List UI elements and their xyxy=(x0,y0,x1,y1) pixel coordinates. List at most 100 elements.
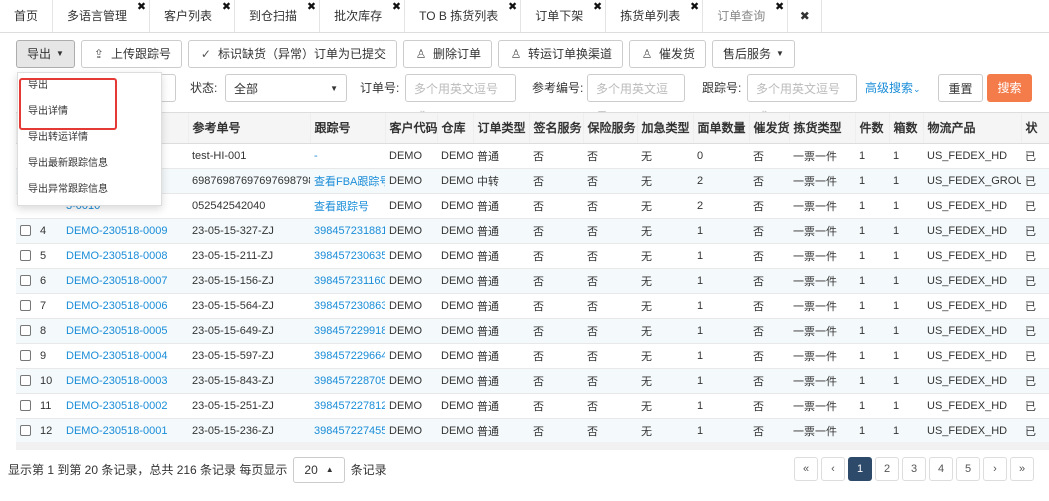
menu-item-export[interactable]: 导出 xyxy=(18,73,161,99)
advanced-search-link[interactable]: 高级搜索⌄ xyxy=(865,74,921,102)
page-button-1[interactable]: 1 xyxy=(848,457,872,481)
table-cell[interactable]: DEMO-230518-0002 xyxy=(62,393,188,419)
tab-close-icon[interactable]: ✖ xyxy=(222,0,231,23)
transfer-channel-button[interactable]: ♙ 转运订单换渠道 xyxy=(497,40,623,68)
tab-close-icon[interactable]: ✖ xyxy=(137,0,146,23)
tab-i18n[interactable]: 多语言管理 ✖ xyxy=(53,0,151,32)
table-row[interactable]: 12 DEMO-230518-0001 23-05-15-236-ZJ 3984572… xyxy=(16,418,1049,442)
header-cell[interactable]: 拣货类型 xyxy=(789,113,856,144)
menu-item-export-latest-tracking[interactable]: 导出最新跟踪信息 xyxy=(18,151,161,177)
header-cell[interactable]: 保险服务 xyxy=(583,113,638,144)
export-button[interactable]: 导出 ▼ xyxy=(16,40,75,68)
urge-shipment-button[interactable]: ♙ 催发货 xyxy=(629,40,707,68)
page-button-3[interactable]: 3 xyxy=(902,457,926,481)
header-cell[interactable]: 参考单号 xyxy=(188,113,311,144)
table-cell[interactable]: 398457228705 xyxy=(310,368,385,394)
table-row[interactable]: 5 DEMO-230518-0008 23-05-15-211-ZJ 39845723… xyxy=(16,243,1049,269)
table-cell[interactable]: 398457230863 xyxy=(310,293,385,319)
table-cell[interactable]: 查看FBA跟踪号 xyxy=(310,168,385,194)
tab-batch-stock[interactable]: 批次库存 ✖ xyxy=(320,0,406,32)
row-checkbox[interactable] xyxy=(20,400,31,412)
table-cell[interactable]: DEMO-230518-0001 xyxy=(62,418,188,442)
table-row[interactable]: 8 DEMO-230518-0005 23-05-15-649-ZJ 39845722… xyxy=(16,318,1049,344)
tab-home[interactable]: 首页 xyxy=(0,0,54,32)
header-cell[interactable]: 件数 xyxy=(855,113,890,144)
table-row[interactable]: 6 DEMO-230518-0007 23-05-15-156-ZJ 39845723… xyxy=(16,268,1049,294)
tab-tob-picking[interactable]: TO B 拣货列表 ✖ xyxy=(405,0,522,32)
page-size-select[interactable]: 20 ▲ xyxy=(293,457,345,483)
table-cell[interactable]: 398457227455 xyxy=(310,418,385,442)
orders-table-container[interactable]: 参考单号 跟踪号 客户代码 仓库 订单类型 签名服务 保险服务 加急类型 面单数… xyxy=(16,112,1049,442)
page-button-2[interactable]: 2 xyxy=(875,457,899,481)
page-button-5[interactable]: 5 xyxy=(956,457,980,481)
tab-close-icon[interactable]: ✖ xyxy=(775,0,784,23)
first-page-button[interactable]: « xyxy=(794,457,818,481)
menu-item-export-transfer-details[interactable]: 导出转运详情 xyxy=(18,125,161,151)
table-row[interactable]: 4 DEMO-230518-0009 23-05-15-327-ZJ 39845723… xyxy=(16,218,1049,244)
tab-order-query[interactable]: 订单查询 ✖ xyxy=(703,0,789,32)
table-cell[interactable]: DEMO-230518-0005 xyxy=(62,318,188,344)
table-cell[interactable]: 398457229664 xyxy=(310,343,385,369)
table-cell[interactable]: DEMO-230518-0006 xyxy=(62,293,188,319)
table-row[interactable]: 10 DEMO-230518-0003 23-05-15-843-ZJ 3984572… xyxy=(16,368,1049,394)
header-cell[interactable]: 仓库 xyxy=(437,113,474,144)
header-cell[interactable]: 状 xyxy=(1021,113,1049,144)
delete-order-button[interactable]: ♙ 删除订单 xyxy=(402,40,492,68)
table-cell[interactable]: 398457229918 xyxy=(310,318,385,344)
table-cell[interactable]: 398457227812 xyxy=(310,393,385,419)
table-cell[interactable]: DEMO-230518-0003 xyxy=(62,368,188,394)
reference-number-input[interactable]: 多个用英文逗号 xyxy=(587,74,685,124)
last-page-button[interactable]: » xyxy=(1010,457,1034,481)
table-row[interactable]: 4-0001test-HI-001-DEMODEMO普通否否无0否一票一件11U… xyxy=(16,143,1049,169)
menu-item-export-details[interactable]: 导出详情 xyxy=(18,99,161,125)
table-cell[interactable]: DEMO-230518-0009 xyxy=(62,218,188,244)
tab-close-icon[interactable]: ✖ xyxy=(508,0,517,23)
table-cell[interactable]: 398457231160 xyxy=(310,268,385,294)
table-cell[interactable]: DEMO-230518-0004 xyxy=(62,343,188,369)
tab-close-icon[interactable]: ✖ xyxy=(690,0,699,23)
table-row[interactable]: 7 DEMO-230518-0006 23-05-15-564-ZJ 39845723… xyxy=(16,293,1049,319)
row-checkbox[interactable] xyxy=(20,350,31,362)
tab-close-icon[interactable]: ✖ xyxy=(392,0,401,23)
close-all-tabs-button[interactable]: ✖ xyxy=(788,0,823,32)
tab-order-unshelve[interactable]: 订单下架 ✖ xyxy=(521,0,607,32)
row-checkbox[interactable] xyxy=(20,250,31,262)
tab-customers[interactable]: 客户列表 ✖ xyxy=(150,0,236,32)
header-cell[interactable]: 加急类型 xyxy=(637,113,694,144)
header-cell[interactable]: 箱数 xyxy=(889,113,924,144)
table-cell[interactable]: - xyxy=(310,143,385,169)
horizontal-scrollbar[interactable] xyxy=(16,442,1049,450)
tab-close-icon[interactable]: ✖ xyxy=(593,0,602,23)
prev-page-button[interactable]: ‹ xyxy=(821,457,845,481)
row-checkbox[interactable] xyxy=(20,325,31,337)
row-checkbox[interactable] xyxy=(20,375,31,387)
row-checkbox[interactable] xyxy=(20,275,31,287)
tab-picking-list[interactable]: 拣货单列表 ✖ xyxy=(606,0,704,32)
mark-missing-button[interactable]: ✓ 标识缺货（异常）订单为已提交 xyxy=(187,40,397,68)
header-cell[interactable]: 面单数量 xyxy=(693,113,750,144)
header-cell[interactable]: 订单类型 xyxy=(473,113,530,144)
tab-arrival-scan[interactable]: 到仓扫描 ✖ xyxy=(235,0,321,32)
header-cell[interactable]: 签名服务 xyxy=(529,113,584,144)
table-cell[interactable]: 查看跟踪号 xyxy=(310,193,385,219)
row-checkbox[interactable] xyxy=(20,300,31,312)
status-select[interactable]: 全部 ▼ xyxy=(225,74,347,102)
header-cell[interactable]: 客户代码 xyxy=(385,113,438,144)
order-number-input[interactable]: 多个用英文逗号或 xyxy=(405,74,516,124)
row-checkbox[interactable] xyxy=(20,425,31,437)
page-button-4[interactable]: 4 xyxy=(929,457,953,481)
table-cell[interactable]: 398457230635 xyxy=(310,243,385,269)
search-button[interactable]: 搜索 xyxy=(987,74,1032,102)
table-row[interactable]: 9 DEMO-230518-0004 23-05-15-597-ZJ 39845722… xyxy=(16,343,1049,369)
table-cell[interactable]: DEMO-230518-0008 xyxy=(62,243,188,269)
table-row[interactable]: 11 DEMO-230518-0002 23-05-15-251-ZJ 3984572… xyxy=(16,393,1049,419)
tab-close-icon[interactable]: ✖ xyxy=(307,0,316,23)
table-row[interactable]: 3-0010052542542040查看跟踪号DEMODEMO普通否否无2否一票… xyxy=(16,193,1049,219)
header-cell[interactable]: 催发货 xyxy=(749,113,790,144)
table-cell[interactable]: DEMO-230518-0007 xyxy=(62,268,188,294)
upload-tracking-button[interactable]: ⇪ 上传跟踪号 xyxy=(80,40,182,68)
reset-button[interactable]: 重置 xyxy=(938,74,983,102)
menu-item-export-exception-tracking[interactable]: 导出异常跟踪信息 xyxy=(18,177,161,203)
after-sales-button[interactable]: 售后服务 ▼ xyxy=(712,40,795,68)
header-cell[interactable]: 跟踪号 xyxy=(310,113,386,144)
